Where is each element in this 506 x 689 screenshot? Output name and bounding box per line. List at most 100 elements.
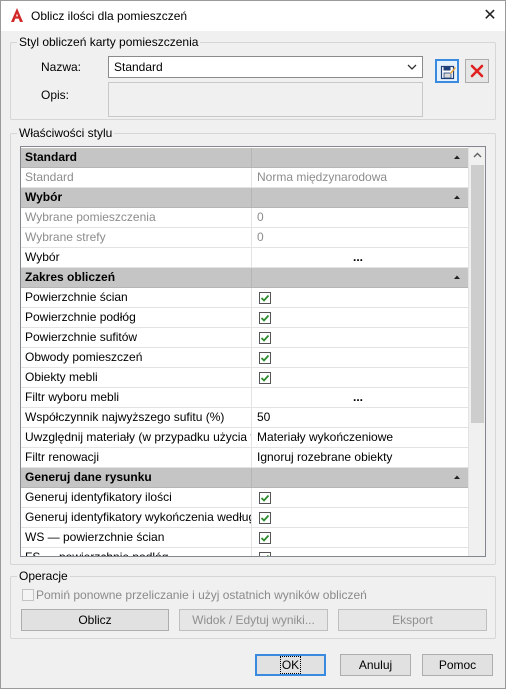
property-checkbox-cell[interactable]: [253, 348, 468, 368]
category-name: Generuj dane rysunku: [21, 468, 252, 488]
property-value: 0: [257, 230, 264, 244]
grid-property-row[interactable]: Wybór...: [21, 248, 468, 268]
property-name: Wybór: [21, 248, 252, 268]
dialog-window: Oblicz ilości dla pomieszczeń ✕ Styl obl…: [0, 0, 506, 689]
checkbox-checked-icon[interactable]: [259, 372, 271, 384]
property-name: Powierzchnie ścian: [21, 288, 252, 308]
style-name-value: Standard: [114, 60, 163, 74]
checkbox-checked-icon[interactable]: [259, 312, 271, 324]
property-checkbox-cell[interactable]: [253, 548, 468, 557]
grid-property-row[interactable]: FS — powierzchnie podłóg: [21, 548, 468, 557]
property-name: Wybrane pomieszczenia: [21, 208, 252, 228]
calculate-button[interactable]: Oblicz: [21, 609, 169, 631]
category-collapse-cell: [253, 268, 468, 288]
property-checkbox-cell[interactable]: [253, 368, 468, 388]
grid-property-row[interactable]: Powierzchnie podłóg: [21, 308, 468, 328]
property-checkbox-cell[interactable]: [253, 488, 468, 508]
ok-button[interactable]: OK: [255, 654, 326, 676]
property-checkbox-cell[interactable]: [253, 508, 468, 528]
property-name: Powierzchnie sufitów: [21, 328, 252, 348]
checkbox-checked-icon[interactable]: [259, 532, 271, 544]
grid-property-row[interactable]: Generuj identyfikatory ilości: [21, 488, 468, 508]
category-collapse-cell: [253, 188, 468, 208]
grid-category-row[interactable]: Zakres obliczeń: [21, 268, 468, 288]
checkbox-checked-icon[interactable]: [259, 552, 271, 557]
autocad-a-icon: [11, 8, 23, 22]
grid-property-row[interactable]: Powierzchnie sufitów: [21, 328, 468, 348]
property-value: 0: [257, 210, 264, 224]
ok-button-label: OK: [279, 656, 302, 674]
grid-property-row[interactable]: Wybrane pomieszczenia 0: [21, 208, 468, 228]
property-name: FS — powierzchnie podłóg: [21, 548, 252, 556]
property-ellipsis-button[interactable]: ...: [253, 248, 468, 268]
checkbox-checked-icon[interactable]: [259, 332, 271, 344]
property-name: Filtr renowacji: [21, 448, 252, 468]
save-style-icon: [440, 65, 456, 80]
property-name: Współczynnik najwyższego sufitu (%): [21, 408, 252, 428]
category-name: Zakres obliczeń: [21, 268, 252, 288]
property-checkbox-cell[interactable]: [253, 308, 468, 328]
grid-property-row[interactable]: Współczynnik najwyższego sufitu (%) 50: [21, 408, 468, 428]
checkbox-checked-icon[interactable]: [259, 292, 271, 304]
skip-recalc-checkbox[interactable]: [22, 589, 34, 601]
property-value: Norma międzynarodowa: [257, 170, 388, 184]
property-checkbox-cell[interactable]: [253, 528, 468, 548]
property-name: Generuj identyfikatory ilości: [21, 488, 252, 508]
category-collapse-cell: [253, 468, 468, 488]
property-name: Obiekty mebli: [21, 368, 252, 388]
category-name: Standard: [21, 148, 252, 168]
grid-property-row[interactable]: Obwody pomieszczeń: [21, 348, 468, 368]
checkbox-checked-icon[interactable]: [259, 352, 271, 364]
description-label: Opis:: [41, 88, 70, 102]
checkbox-checked-icon[interactable]: [259, 512, 271, 524]
grid-category-row[interactable]: Standard: [21, 148, 468, 168]
grid-property-row[interactable]: Standard Norma międzynarodowa: [21, 168, 468, 188]
property-name: Wybrane strefy: [21, 228, 252, 248]
property-name: Obwody pomieszczeń: [21, 348, 252, 368]
view-edit-results-button[interactable]: Widok / Edytuj wyniki...: [179, 609, 328, 631]
grid-property-row[interactable]: Filtr renowacji Ignoruj rozebrane obiekty: [21, 448, 468, 468]
property-name: WS — powierzchnie ścian: [21, 528, 252, 548]
property-ellipsis-button[interactable]: ...: [253, 388, 468, 408]
grid-property-row[interactable]: Generuj identyfikatory wykończenia wedłu…: [21, 508, 468, 528]
operations-group-label: Operacje: [17, 569, 70, 583]
grid-property-row[interactable]: Obiekty mebli: [21, 368, 468, 388]
property-value[interactable]: 50: [253, 408, 468, 428]
style-name-combo[interactable]: Standard: [108, 56, 423, 78]
style-group-label: Styl obliczeń karty pomieszczenia: [17, 35, 201, 49]
vertical-scrollbar[interactable]: [468, 147, 485, 556]
ellipsis-label: ...: [353, 250, 364, 264]
grid-category-row[interactable]: Generuj dane rysunku: [21, 468, 468, 488]
skip-recalc-label: Pomiń ponowne przeliczanie i użyj ostatn…: [36, 588, 367, 602]
scroll-up-icon[interactable]: [469, 147, 486, 164]
checkbox-checked-icon[interactable]: [259, 492, 271, 504]
export-button[interactable]: Eksport: [338, 609, 487, 631]
help-button[interactable]: Pomoc: [422, 654, 493, 676]
grid-property-row[interactable]: Wybrane strefy 0: [21, 228, 468, 248]
grid-property-row[interactable]: Filtr wyboru mebli...: [21, 388, 468, 408]
properties-group-label: Właściwości stylu: [17, 126, 115, 140]
scroll-thumb[interactable]: [471, 165, 484, 423]
grid-property-row[interactable]: Powierzchnie ścian: [21, 288, 468, 308]
description-field[interactable]: [108, 82, 423, 117]
delete-x-icon: [470, 64, 484, 78]
grid-property-row[interactable]: WS — powierzchnie ścian: [21, 528, 468, 548]
property-value[interactable]: Ignoruj rozebrane obiekty: [253, 448, 468, 468]
window-title: Oblicz ilości dla pomieszczeń: [31, 9, 188, 23]
save-style-button[interactable]: [435, 59, 459, 83]
property-grid[interactable]: Standard Standard Norma międzynarodowa Wybó…: [20, 146, 486, 557]
grid-property-row[interactable]: Uwzględnij materiały (w przypadku użycia…: [21, 428, 468, 448]
property-value[interactable]: Materiały wykończeniowe: [253, 428, 468, 448]
close-icon[interactable]: ✕: [475, 1, 505, 31]
category-name: Wybór: [21, 188, 252, 208]
chevron-down-icon: [407, 64, 417, 70]
cancel-button[interactable]: Anuluj: [340, 654, 411, 676]
property-name: Filtr wyboru mebli: [21, 388, 252, 408]
property-checkbox-cell[interactable]: [253, 288, 468, 308]
grid-category-row[interactable]: Wybór: [21, 188, 468, 208]
property-name: Uwzględnij materiały (w przypadku użycia…: [21, 428, 252, 448]
ellipsis-label: ...: [353, 390, 364, 404]
delete-style-button[interactable]: [465, 59, 489, 83]
title-bar: Oblicz ilości dla pomieszczeń ✕: [1, 1, 505, 31]
property-checkbox-cell[interactable]: [253, 328, 468, 348]
